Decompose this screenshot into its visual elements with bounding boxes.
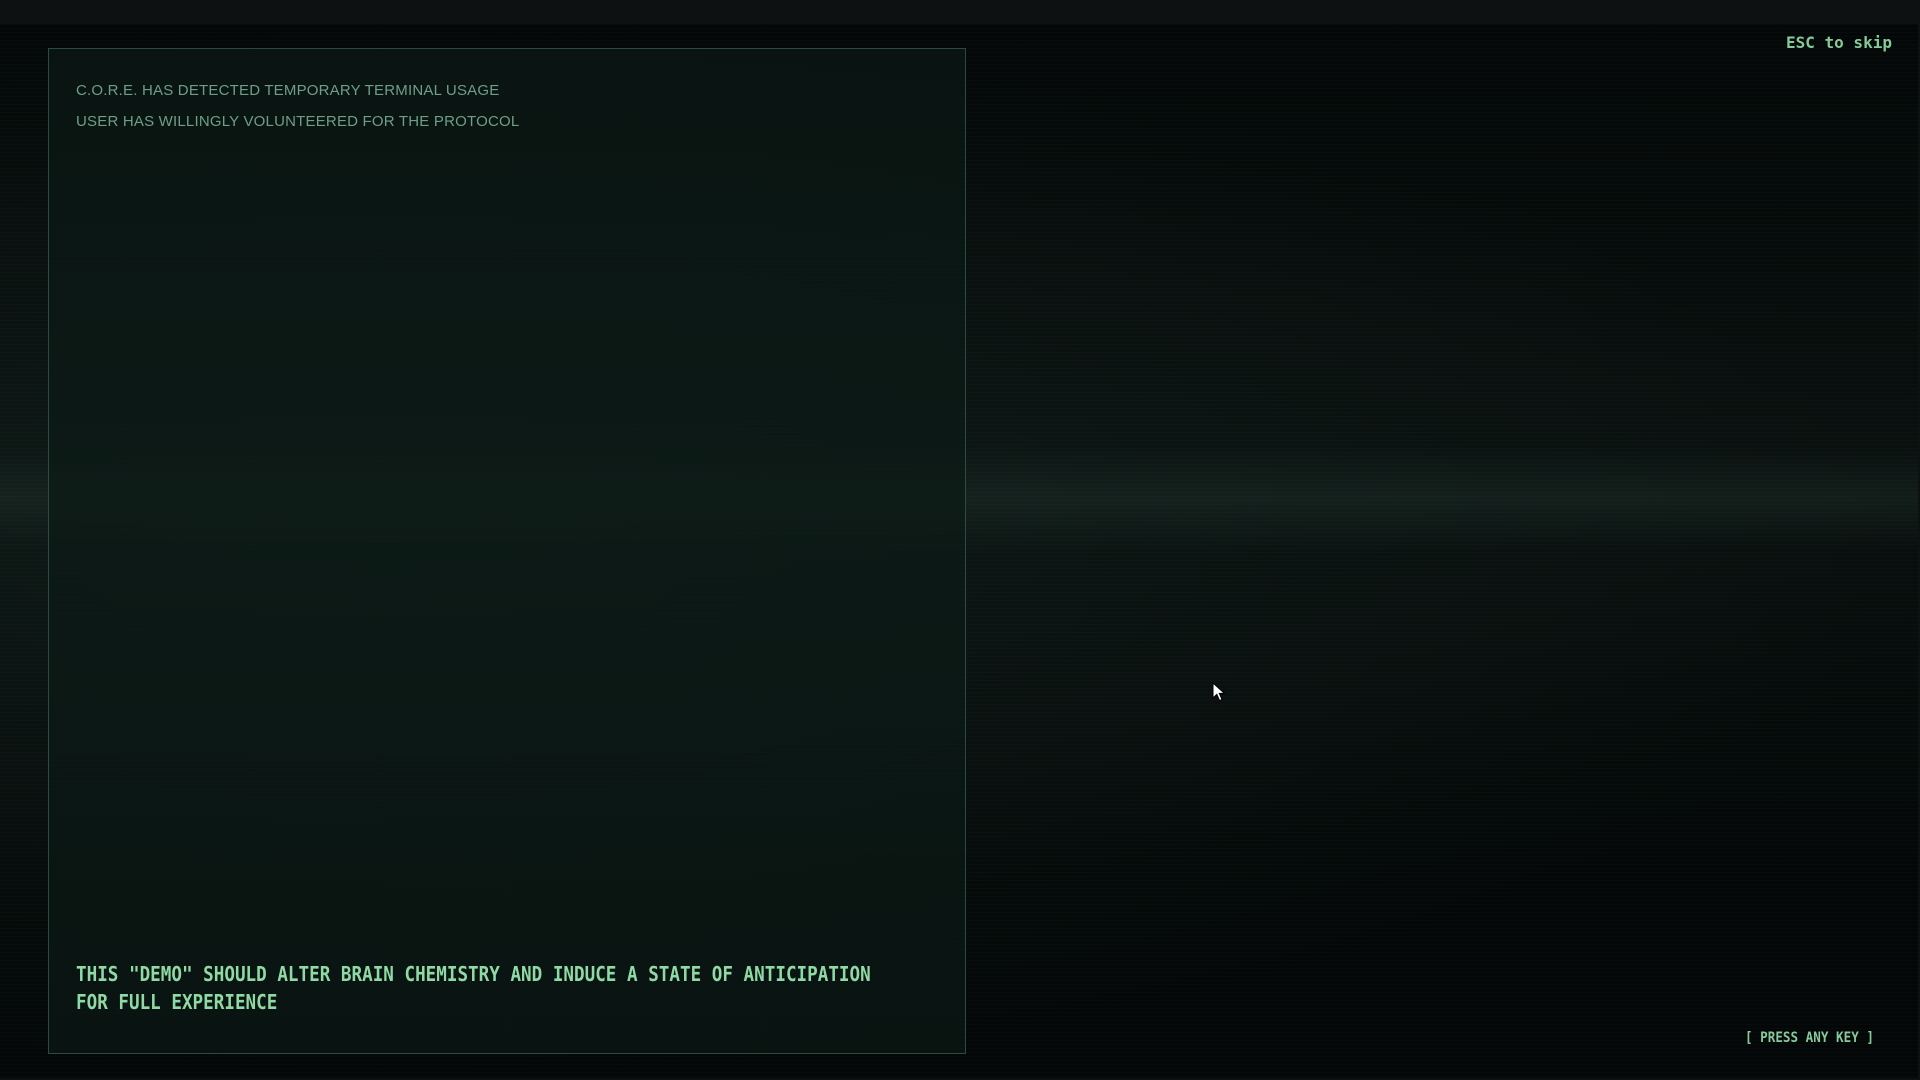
skip-button[interactable]: ESC to skip bbox=[1786, 33, 1892, 52]
terminal-message: THIS "DEMO" SHOULD ALTER BRAIN CHEMISTRY… bbox=[76, 960, 945, 1016]
terminal-message-line-2: FOR FULL EXPERIENCE bbox=[76, 990, 278, 1014]
terminal-log-line: USER HAS WILLINGLY VOLUNTEERED FOR THE P… bbox=[76, 113, 520, 130]
mouse-pointer-icon bbox=[1212, 682, 1226, 702]
continue-prompt[interactable]: [ PRESS ANY KEY ] bbox=[1745, 1030, 1874, 1046]
cutscene-screen[interactable]: C.O.R.E. HAS DETECTED TEMPORARY TERMINAL… bbox=[0, 0, 1920, 1080]
terminal-log-line: C.O.R.E. HAS DETECTED TEMPORARY TERMINAL… bbox=[76, 82, 500, 99]
terminal-message-line-1: THIS "DEMO" SHOULD ALTER BRAIN CHEMISTRY… bbox=[76, 962, 871, 986]
terminal-panel: C.O.R.E. HAS DETECTED TEMPORARY TERMINAL… bbox=[48, 48, 966, 1054]
letterbox-top bbox=[0, 0, 1920, 24]
